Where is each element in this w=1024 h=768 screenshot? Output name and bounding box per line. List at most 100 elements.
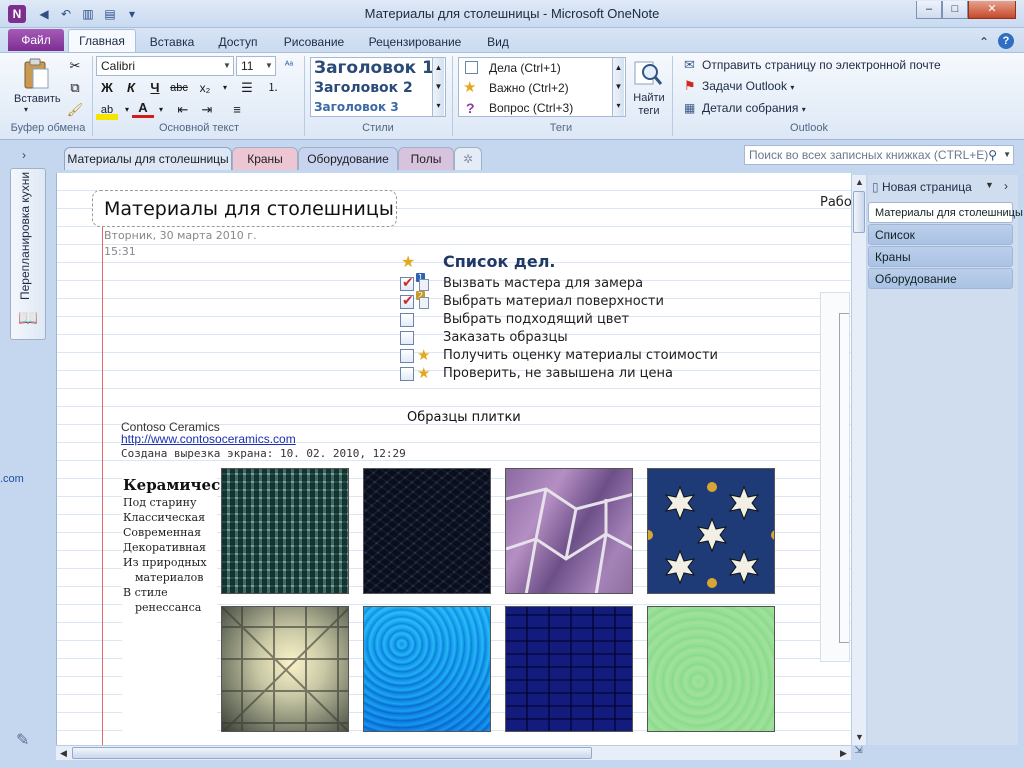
more-icon[interactable]: ▾ — [433, 96, 444, 115]
notebook-icon[interactable]: 📖 — [17, 308, 39, 330]
tab-draw[interactable]: Рисование — [276, 33, 352, 51]
tab-review[interactable]: Рецензирование — [360, 33, 470, 51]
scroll-up-icon[interactable]: ▲ — [852, 175, 867, 190]
page-title[interactable]: Материалы для столешницы — [104, 198, 394, 220]
scroll-right-icon[interactable]: ▶ — [836, 746, 851, 761]
find-tags-button[interactable] — [632, 58, 664, 90]
ceramic-link-renaissance[interactable]: В стиле — [123, 586, 168, 599]
tags-gallery[interactable]: Дела (Ctrl+1) ★ Важно (Ctrl+2) ? Вопрос … — [458, 57, 626, 117]
ceramic-link-antique[interactable]: Под старину — [123, 496, 196, 509]
font-size-combo[interactable]: 11 ▼ — [236, 56, 276, 76]
new-page-button[interactable]: ▯ Новая страница — [872, 180, 972, 194]
page-tab-equipment[interactable]: Оборудование — [868, 268, 1013, 289]
maximize-button[interactable]: □ — [942, 1, 968, 19]
page-tab-countertop-materials[interactable]: Материалы для столешницы — [868, 202, 1023, 223]
scroll-thumb[interactable] — [72, 747, 592, 759]
notebook-name[interactable]: Перепланировка кухни — [18, 40, 32, 300]
ceramic-link-renaissance-cont[interactable]: ренессанса — [135, 601, 201, 614]
tile-image-green-marble[interactable] — [647, 606, 775, 732]
page-tab-faucets[interactable]: Краны — [868, 246, 1013, 267]
todo-checkbox[interactable] — [400, 349, 414, 363]
styles-gallery[interactable]: Заголовок 1 Заголовок 2 Заголовок 3 — [310, 57, 446, 117]
clip-url-link[interactable]: http://www.contosoceramics.com — [121, 432, 296, 446]
page-width-toggle-icon[interactable]: ⇲ — [851, 745, 866, 760]
scroll-down-icon[interactable]: ▼ — [433, 77, 444, 96]
subscript-dropdown-icon[interactable]: ▾ — [214, 78, 236, 98]
todo-checkbox[interactable] — [400, 313, 414, 327]
section-tab-equipment[interactable]: Оборудование — [298, 147, 398, 170]
tag-question[interactable]: ? Вопрос (Ctrl+3) — [459, 98, 613, 118]
todo-list-title[interactable]: Список дел. — [443, 252, 555, 271]
search-input[interactable]: Поиск во всех записных книжках (CTRL+E) … — [744, 145, 1014, 165]
tab-home[interactable]: Главная — [68, 29, 136, 53]
new-page-dropdown-icon[interactable]: ▼ — [985, 180, 994, 190]
todo-checkbox[interactable]: ✔ — [400, 293, 414, 309]
font-name-combo[interactable]: Calibri ▼ — [96, 56, 234, 76]
ceramic-link-natural[interactable]: Из природных — [123, 556, 207, 569]
ceramic-link-decorative[interactable]: Декоративная — [123, 541, 206, 554]
minimize-button[interactable]: – — [916, 1, 942, 19]
tag-important[interactable]: ★ Важно (Ctrl+2) — [459, 78, 613, 98]
scroll-down-icon[interactable]: ▼ — [852, 730, 867, 745]
tab-file[interactable]: Файл — [8, 29, 64, 51]
bullets-icon[interactable]: ☰ — [236, 78, 258, 98]
font-color-dropdown-icon[interactable]: ▾ — [150, 100, 172, 120]
clear-formatting-icon[interactable]: ᴬᵃ — [278, 56, 300, 76]
tags-gallery-scroll[interactable]: ▲ ▼ ▾ — [612, 58, 624, 116]
minimize-ribbon-icon[interactable]: ⌃ — [976, 33, 992, 51]
tile-image-blue-brick[interactable] — [505, 606, 633, 732]
more-icon[interactable]: ▾ — [613, 96, 624, 115]
style-heading-2[interactable]: Заголовок 2 — [314, 80, 413, 96]
tab-view[interactable]: Вид — [478, 33, 518, 51]
todo-checkbox[interactable] — [400, 367, 414, 381]
scroll-up-icon[interactable]: ▲ — [613, 58, 624, 77]
tile-image-slate-mosaic[interactable] — [363, 468, 491, 594]
underline-button[interactable]: Ч — [144, 78, 166, 98]
italic-button[interactable]: К — [120, 78, 142, 98]
chevron-down-icon[interactable]: ▼ — [1003, 146, 1011, 164]
tile-image-moroccan-star[interactable] — [647, 468, 775, 594]
page-vertical-scrollbar[interactable]: ▲ ▼ — [851, 175, 866, 745]
scroll-left-icon[interactable]: ◀ — [56, 746, 71, 761]
increase-indent-icon[interactable]: ⇥ — [196, 100, 218, 120]
styles-gallery-scroll[interactable]: ▲ ▼ ▾ — [432, 58, 444, 116]
bold-button[interactable]: Ж — [96, 78, 118, 98]
highlight-icon[interactable]: ab — [96, 100, 118, 120]
tag-todo[interactable]: Дела (Ctrl+1) — [459, 58, 613, 78]
ceramic-link-classic[interactable]: Классическая — [123, 511, 205, 524]
style-heading-1[interactable]: Заголовок 1 — [314, 58, 434, 78]
find-tags-label-line2[interactable]: теги — [632, 105, 666, 117]
tile-image-geometric-lattice[interactable] — [221, 606, 349, 732]
strikethrough-button[interactable]: abc — [168, 78, 190, 98]
find-tags-label-line1[interactable]: Найти — [632, 92, 666, 104]
align-icon[interactable]: ≡ — [226, 100, 248, 120]
tile-image-purple-stone[interactable] — [505, 468, 633, 594]
tab-share[interactable]: Доступ — [208, 33, 268, 51]
new-section-tab[interactable]: ✲ — [454, 147, 482, 170]
cut-icon[interactable]: ✂ — [64, 56, 86, 76]
scroll-up-icon[interactable]: ▲ — [433, 58, 444, 77]
section-tab-faucets[interactable]: Краны — [232, 147, 298, 170]
help-icon[interactable]: ? — [998, 33, 1014, 49]
search-icon[interactable]: ⚲ — [988, 146, 997, 164]
subscript-button[interactable]: x₂ — [194, 78, 216, 98]
ceramic-link-modern[interactable]: Современная — [123, 526, 201, 539]
todo-checkbox[interactable] — [400, 331, 414, 345]
copy-icon[interactable]: ⧉ — [64, 78, 86, 98]
tile-image-blue-pool[interactable] — [363, 606, 491, 732]
tab-insert[interactable]: Вставка — [140, 33, 204, 51]
email-page-button[interactable]: ✉ Отправить страницу по электронной почт… — [684, 56, 941, 74]
close-button[interactable]: ✕ — [968, 1, 1016, 19]
format-painter-icon[interactable]: 🖌 — [64, 100, 86, 120]
meeting-details-button[interactable]: ▦ Детали собрания ▾ — [684, 99, 806, 117]
outlook-tasks-button[interactable]: ⚑ Задачи Outlook ▾ — [684, 77, 794, 95]
collapse-page-tabs-icon[interactable]: › — [1004, 179, 1008, 193]
page-tab-list[interactable]: Список — [868, 224, 1013, 245]
style-heading-3[interactable]: Заголовок 3 — [314, 100, 399, 114]
ceramic-link-natural-cont[interactable]: материалов — [135, 571, 203, 584]
tile-image-teal-mosaic[interactable] — [221, 468, 349, 594]
decrease-indent-icon[interactable]: ⇤ — [172, 100, 194, 120]
unfiled-notes-icon[interactable]: ✎ — [16, 730, 29, 750]
numbering-icon[interactable]: ⒈ — [262, 78, 284, 98]
scroll-thumb[interactable] — [853, 191, 865, 233]
